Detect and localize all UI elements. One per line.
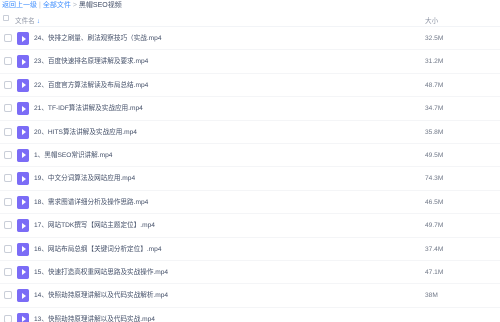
video-file-icon bbox=[17, 195, 29, 209]
file-name-link[interactable]: 21、TF-IDF算法讲解及实战应用.mp4 bbox=[34, 104, 143, 113]
file-row[interactable]: 15、快速打造高权重网站思路及实战操作.mp4 47.1M bbox=[0, 261, 500, 285]
file-name-link[interactable]: 18、需求图谱详细分析及操作思路.mp4 bbox=[34, 198, 148, 207]
row-checkbox[interactable] bbox=[4, 244, 12, 253]
video-file-icon bbox=[17, 32, 29, 45]
file-row[interactable]: 20、HITS算法讲解及实战应用.mp4 35.8M bbox=[0, 121, 500, 144]
video-file-icon bbox=[17, 219, 29, 233]
file-name-link[interactable]: 13、快照劫持原理讲解以及代码实战.mp4 bbox=[34, 315, 155, 322]
size-column-header[interactable]: 大小 bbox=[425, 15, 438, 25]
row-checkbox[interactable] bbox=[4, 314, 12, 322]
file-size: 32.5M bbox=[425, 35, 444, 42]
select-all-checkbox[interactable] bbox=[3, 15, 9, 21]
name-column-header[interactable]: 文件名 ↓ bbox=[15, 15, 40, 25]
name-column-label: 文件名 bbox=[15, 18, 35, 25]
file-name-link[interactable]: 17、网站TDK撰写【网站主题定位】.mp4 bbox=[34, 221, 155, 230]
file-size: 49.5M bbox=[425, 151, 444, 159]
file-row[interactable]: 16、网站布局总纲【关键词分析定位】.mp4 37.4M bbox=[0, 238, 500, 261]
all-files-link[interactable]: 全部文件 bbox=[43, 2, 71, 9]
video-file-icon bbox=[17, 148, 29, 162]
file-row[interactable]: 17、网站TDK撰写【网站主题定位】.mp4 49.7M bbox=[0, 214, 500, 238]
video-file-icon bbox=[17, 55, 29, 69]
file-name-link[interactable]: 23、百度快速排名原理讲解及要求.mp4 bbox=[34, 57, 148, 66]
file-list: 24、快排之刷量、刷法观察技巧（实战.mp4 32.5M 23、百度快速排名原理讲解… bbox=[0, 27, 500, 322]
file-row[interactable]: 22、百度官方算法解读及布局总结.mp4 48.7M bbox=[0, 74, 500, 98]
row-checkbox[interactable] bbox=[4, 267, 12, 276]
file-size: 46.5M bbox=[425, 198, 444, 206]
file-row[interactable]: 1、黑帽SEO常识讲解.mp4 49.5M bbox=[0, 144, 500, 168]
file-name-link[interactable]: 14、快照劫持原理讲解以及代码实战解析.mp4 bbox=[34, 291, 168, 300]
row-checkbox[interactable] bbox=[4, 291, 12, 300]
video-file-icon bbox=[17, 125, 29, 139]
video-file-icon bbox=[17, 172, 29, 186]
row-checkbox[interactable] bbox=[4, 34, 12, 42]
row-checkbox[interactable] bbox=[4, 127, 12, 136]
file-size: 49.7M bbox=[425, 222, 444, 230]
file-row[interactable]: 21、TF-IDF算法讲解及实战应用.mp4 34.7M bbox=[0, 97, 500, 121]
file-row[interactable]: 24、快排之刷量、刷法观察技巧（实战.mp4 32.5M bbox=[0, 27, 500, 51]
file-name-link[interactable]: 15、快速打造高权重网站思路及实战操作.mp4 bbox=[34, 268, 168, 277]
breadcrumb-separator: > bbox=[72, 2, 77, 9]
file-name-link[interactable]: 24、快排之刷量、刷法观察技巧（实战.mp4 bbox=[34, 34, 162, 43]
video-file-icon bbox=[17, 242, 29, 256]
video-file-icon bbox=[17, 312, 29, 322]
file-size: 74.3M bbox=[425, 175, 444, 183]
file-row[interactable]: 18、需求图谱详细分析及操作思路.mp4 46.5M bbox=[0, 191, 500, 215]
file-size: 34.7M bbox=[425, 105, 444, 113]
file-row[interactable]: 19、中文分词算法及网站应用.mp4 74.3M bbox=[0, 167, 500, 191]
row-checkbox[interactable] bbox=[4, 104, 12, 113]
file-size: 35.8M bbox=[425, 128, 444, 136]
file-name-link[interactable]: 16、网站布局总纲【关键词分析定位】.mp4 bbox=[34, 245, 162, 254]
file-name-link[interactable]: 20、HITS算法讲解及实战应用.mp4 bbox=[34, 128, 137, 137]
row-checkbox[interactable] bbox=[4, 80, 12, 89]
file-name-link[interactable]: 22、百度官方算法解读及布局总结.mp4 bbox=[34, 81, 148, 90]
file-size: 47.1M bbox=[425, 268, 444, 276]
file-row[interactable]: 13、快照劫持原理讲解以及代码实战.mp4 bbox=[0, 308, 500, 322]
file-name-link[interactable]: 19、中文分词算法及网站应用.mp4 bbox=[34, 174, 135, 183]
video-file-icon bbox=[17, 265, 29, 279]
file-name-link[interactable]: 1、黑帽SEO常识讲解.mp4 bbox=[34, 151, 112, 160]
row-checkbox[interactable] bbox=[4, 150, 12, 159]
file-size: 37.4M bbox=[425, 245, 444, 253]
video-file-icon bbox=[17, 102, 29, 116]
file-size: 48.7M bbox=[425, 81, 444, 89]
breadcrumb: 返回上一级 | 全部文件 > 黑帽SEO视频 bbox=[0, 0, 500, 11]
video-file-icon bbox=[17, 78, 29, 92]
row-checkbox[interactable] bbox=[4, 221, 12, 230]
file-list-header: 文件名 ↓ 大小 bbox=[0, 11, 500, 27]
video-file-icon bbox=[17, 289, 29, 303]
current-folder-label: 黑帽SEO视频 bbox=[78, 2, 122, 9]
file-size: 31.2M bbox=[425, 58, 444, 66]
row-checkbox[interactable] bbox=[4, 174, 12, 183]
file-row[interactable]: 23、百度快速排名原理讲解及要求.mp4 31.2M bbox=[0, 50, 500, 74]
back-link[interactable]: 返回上一级 bbox=[2, 2, 37, 9]
row-checkbox[interactable] bbox=[4, 57, 12, 66]
file-row[interactable]: 14、快照劫持原理讲解以及代码实战解析.mp4 38M bbox=[0, 284, 500, 308]
sort-arrow-icon[interactable]: ↓ bbox=[37, 18, 40, 25]
row-checkbox[interactable] bbox=[4, 197, 12, 206]
file-size: 38M bbox=[425, 292, 438, 300]
